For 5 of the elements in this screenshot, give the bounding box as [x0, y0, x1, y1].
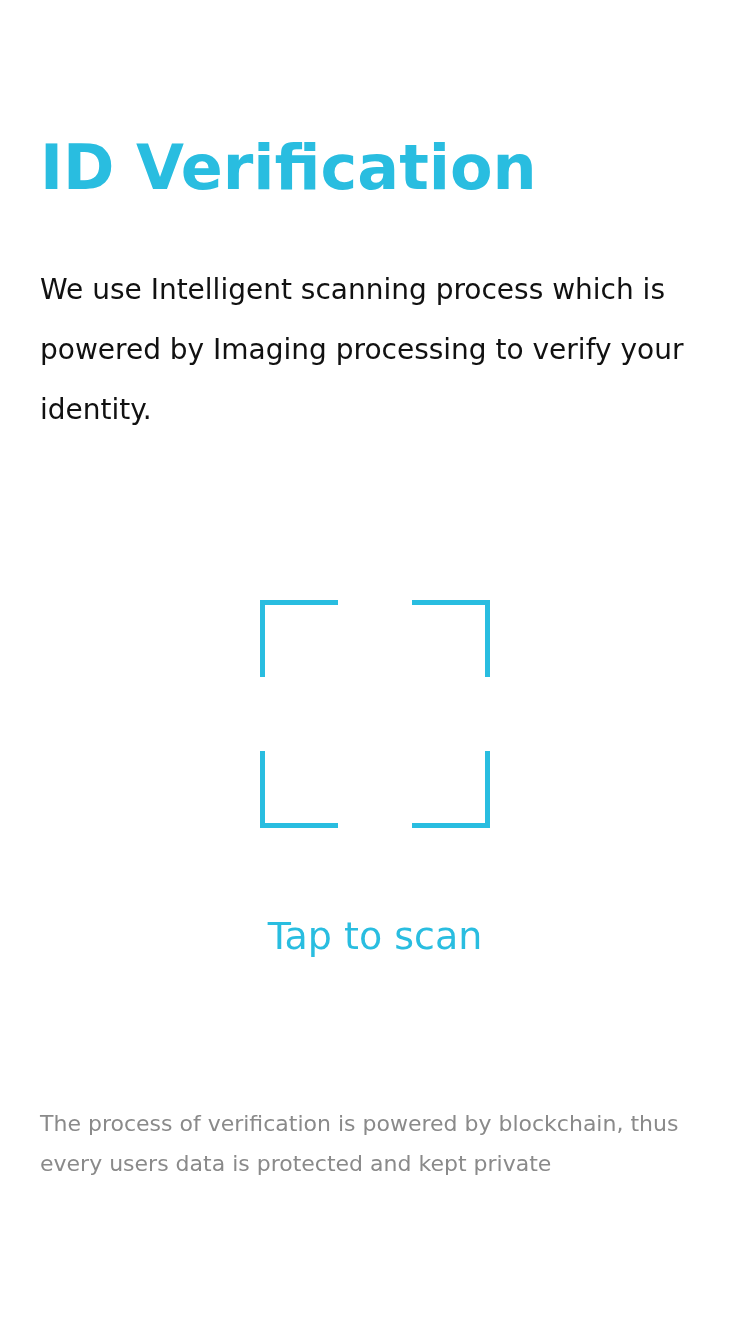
tap-to-scan-button[interactable]: Tap to scan [267, 912, 483, 960]
description-text: We use Intelligent scanning process which is powered by Imaging processing to verify your identity. [40, 272, 685, 428]
footer-note: The process of verification is powered by blockchain, thus every users data is protected and kept private [40, 1110, 680, 1178]
scan-frame-icon[interactable] [260, 600, 490, 828]
page-title: ID Verification [40, 130, 537, 206]
